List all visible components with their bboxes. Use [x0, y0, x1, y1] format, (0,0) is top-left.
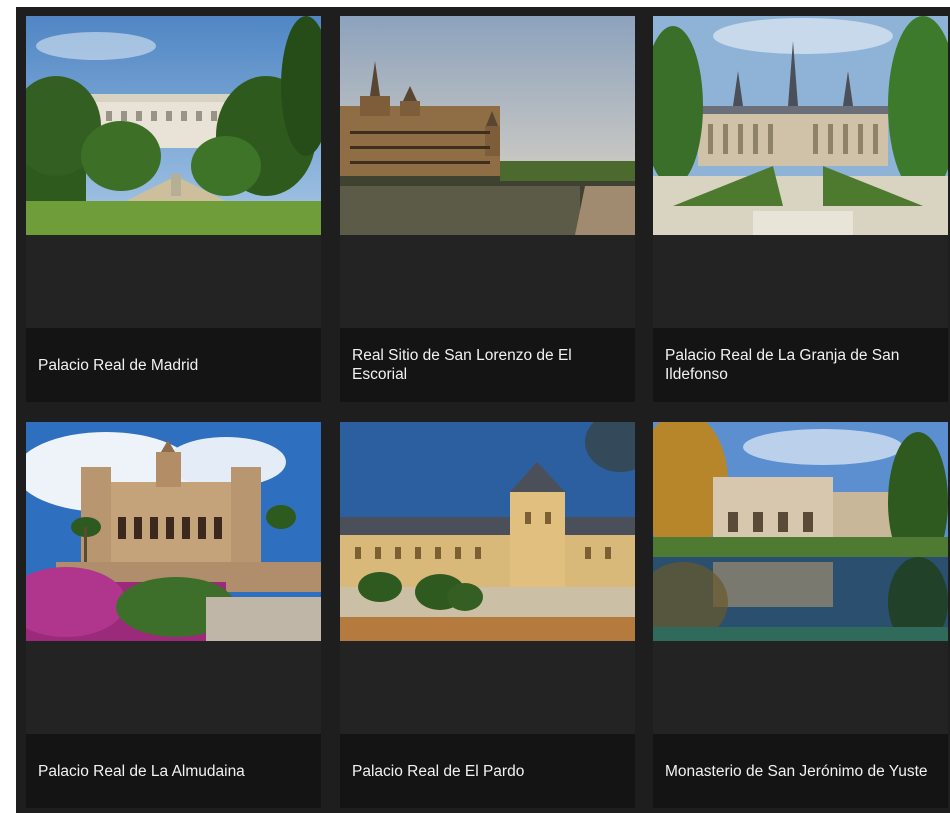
card-title[interactable]: Palacio Real de La Almudaina	[38, 762, 245, 781]
card-title[interactable]: Palacio Real de El Pardo	[352, 762, 524, 781]
yuste-photo[interactable]	[653, 422, 948, 641]
palace-madrid-photo[interactable]	[26, 16, 321, 235]
gallery-card[interactable]: Palacio Real de Madrid	[26, 16, 321, 402]
card-caption[interactable]: Palacio Real de La Granja de San Ildefon…	[653, 328, 948, 402]
card-caption[interactable]: Palacio Real de La Almudaina	[26, 734, 321, 808]
el-pardo-photo[interactable]	[340, 422, 635, 641]
gallery-card[interactable]: Palacio Real de La Granja de San Ildefon…	[653, 16, 948, 402]
gallery-card[interactable]: Palacio Real de La Almudaina	[26, 422, 321, 808]
gallery-card[interactable]: Monasterio de San Jerónimo de Yuste	[653, 422, 948, 808]
palaces-gallery: Palacio Real de Madrid Real Sitio de San…	[16, 7, 950, 813]
card-title[interactable]: Monasterio de San Jerónimo de Yuste	[665, 762, 928, 781]
card-caption[interactable]: Real Sitio de San Lorenzo de El Escorial	[340, 328, 635, 402]
card-title[interactable]: Palacio Real de Madrid	[38, 356, 198, 375]
almudaina-photo[interactable]	[26, 422, 321, 641]
card-caption[interactable]: Palacio Real de Madrid	[26, 328, 321, 402]
la-granja-photo[interactable]	[653, 16, 948, 235]
card-caption[interactable]: Monasterio de San Jerónimo de Yuste	[653, 734, 948, 808]
card-title[interactable]: Real Sitio de San Lorenzo de El Escorial	[352, 346, 623, 384]
escorial-photo[interactable]	[340, 16, 635, 235]
gallery-card[interactable]: Real Sitio de San Lorenzo de El Escorial	[340, 16, 635, 402]
card-caption[interactable]: Palacio Real de El Pardo	[340, 734, 635, 808]
gallery-card[interactable]: Palacio Real de El Pardo	[340, 422, 635, 808]
card-title[interactable]: Palacio Real de La Granja de San Ildefon…	[665, 346, 936, 384]
